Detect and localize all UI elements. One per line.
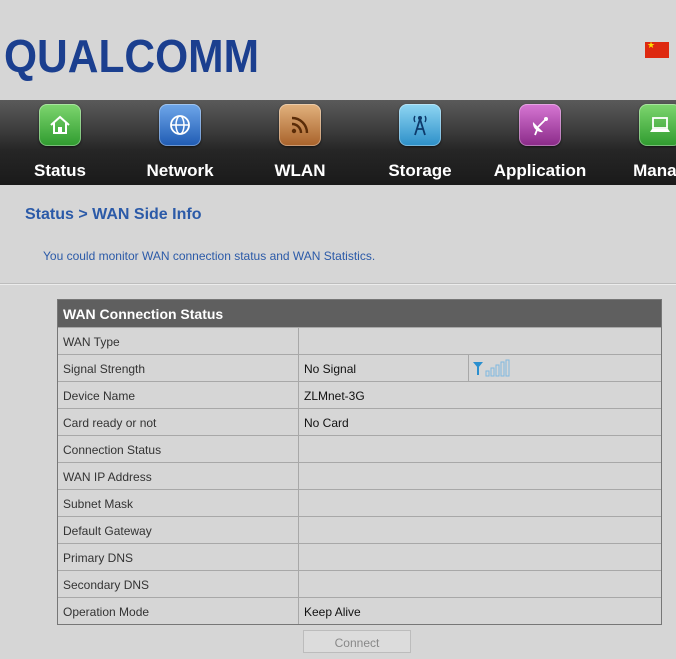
nav-item-application[interactable]: Application xyxy=(480,100,600,185)
satellite-dish-icon xyxy=(519,104,561,146)
table-row: WAN IP Address xyxy=(58,462,661,489)
table-row: WAN Type xyxy=(58,327,661,354)
nav-label: Storage xyxy=(388,161,452,180)
row-value xyxy=(299,463,661,489)
row-value: No Card xyxy=(304,416,349,430)
language-flag-icon[interactable]: ★ xyxy=(645,41,669,58)
row-label: Secondary DNS xyxy=(58,571,299,597)
divider xyxy=(0,283,676,285)
nav-label: Status xyxy=(34,161,86,180)
row-label: Primary DNS xyxy=(58,544,299,570)
row-label: Default Gateway xyxy=(58,517,299,543)
nav-label: Manag xyxy=(633,161,676,180)
table-row: Connection Status xyxy=(58,435,661,462)
nav-label: WLAN xyxy=(274,161,326,180)
row-label: Operation Mode xyxy=(58,598,299,624)
wan-status-table: WAN Connection Status WAN Type Signal St… xyxy=(57,299,662,625)
breadcrumb: Status > WAN Side Info xyxy=(25,206,202,223)
nav-item-storage[interactable]: Storage xyxy=(360,100,480,185)
row-value: Keep Alive xyxy=(304,605,361,619)
table-row: Subnet Mask xyxy=(58,489,661,516)
row-label: WAN Type xyxy=(58,328,299,354)
main-nav: Status Network WLAN Storage Application … xyxy=(0,100,676,185)
row-label: Subnet Mask xyxy=(58,490,299,516)
svg-text:QUALCOMM: QUALCOMM xyxy=(4,30,259,82)
table-row: Default Gateway xyxy=(58,516,661,543)
nav-item-status[interactable]: Status xyxy=(0,100,120,185)
nav-item-wlan[interactable]: WLAN xyxy=(240,100,360,185)
row-value xyxy=(299,436,661,462)
row-label: Signal Strength xyxy=(58,355,299,381)
antenna-icon xyxy=(399,104,441,146)
nav-label: Application xyxy=(493,161,587,180)
rss-icon xyxy=(279,104,321,146)
row-value xyxy=(299,544,661,570)
page-description: You could monitor WAN connection status … xyxy=(43,249,376,263)
laptop-icon xyxy=(639,104,676,146)
table-title: WAN Connection Status xyxy=(58,300,661,327)
row-label: Card ready or not xyxy=(58,409,299,435)
home-icon xyxy=(39,104,81,146)
table-row: Operation Mode Keep Alive xyxy=(58,597,661,624)
table-row: Primary DNS xyxy=(58,543,661,570)
nav-item-manage[interactable]: Manag xyxy=(600,100,676,185)
row-label: WAN IP Address xyxy=(58,463,299,489)
row-label: Connection Status xyxy=(58,436,299,462)
header: QUALCOMM ★ xyxy=(0,0,676,100)
row-value: No Signal xyxy=(299,355,469,381)
row-value xyxy=(299,571,661,597)
globe-icon xyxy=(159,104,201,146)
table-row: Secondary DNS xyxy=(58,570,661,597)
table-row: Card ready or not No Card xyxy=(58,408,661,435)
flag-star-icon: ★ xyxy=(647,41,656,51)
nav-item-network[interactable]: Network xyxy=(120,100,240,185)
row-value xyxy=(299,328,661,354)
row-value xyxy=(299,490,661,516)
connect-button[interactable]: Connect xyxy=(303,630,411,653)
row-label: Device Name xyxy=(58,382,299,408)
signal-bars-icon xyxy=(473,359,510,377)
table-row: Signal Strength No Signal xyxy=(58,354,661,381)
row-value xyxy=(299,517,661,543)
qualcomm-logo: QUALCOMM xyxy=(4,30,259,82)
table-row: Device Name ZLMnet-3G xyxy=(58,381,661,408)
row-value: ZLMnet-3G xyxy=(304,389,365,403)
nav-label: Network xyxy=(146,161,214,180)
